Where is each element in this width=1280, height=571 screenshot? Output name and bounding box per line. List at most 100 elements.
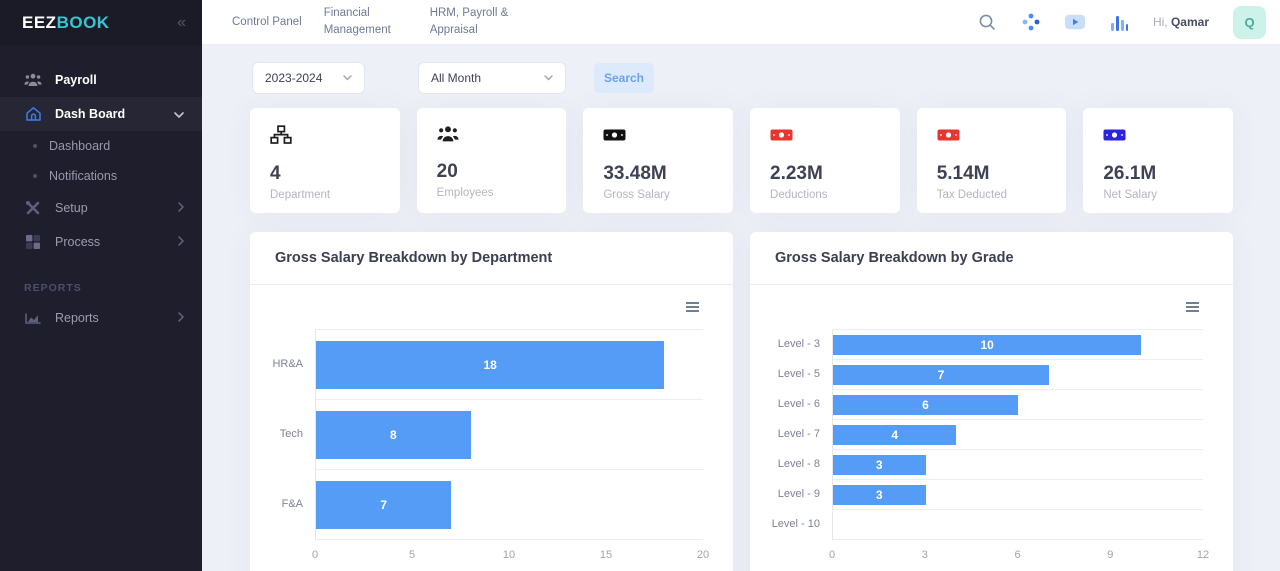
stats-row: 4 Department 20 Employees 33.48M Gross S…: [250, 108, 1233, 213]
bar-level---6[interactable]: 6: [833, 395, 1018, 415]
bar-level---3[interactable]: 10: [833, 335, 1141, 355]
bar-f&a[interactable]: 7: [316, 481, 451, 529]
chart-row: 7: [316, 470, 703, 540]
chart-menu-icon[interactable]: [1182, 298, 1203, 316]
category-label: Level - 7: [765, 419, 832, 449]
logo-primary: EEZ: [22, 13, 57, 32]
sidebar-item-label: Dash Board: [55, 107, 174, 121]
nav-hrm-payroll-appraisal[interactable]: HRM, Payroll & Appraisal: [430, 5, 514, 38]
sidebar-item-payroll[interactable]: Payroll: [0, 63, 202, 97]
sidebar-item-process[interactable]: Process: [0, 225, 202, 259]
x-tick-label: 3: [922, 549, 928, 561]
sidebar-subitem-notifications[interactable]: Notifications: [0, 161, 202, 191]
stat-value: 20: [437, 161, 547, 183]
sidebar-section-reports: REPORTS: [0, 275, 202, 301]
chart-row: 3: [833, 480, 1203, 510]
sidebar-item-dashboard-parent[interactable]: Dash Board: [0, 97, 202, 131]
play-icon[interactable]: [1065, 12, 1085, 32]
top-nav: Control Panel Financial Management HRM, …: [232, 5, 514, 38]
x-tick-label: 12: [1197, 549, 1209, 561]
chart-card-department: Gross Salary Breakdown by Department HR&…: [250, 232, 733, 571]
bar-tech[interactable]: 8: [316, 411, 471, 459]
bar-value-label: 10: [980, 338, 993, 352]
money-bill-icon: [770, 132, 793, 149]
bar-level---5[interactable]: 7: [833, 365, 1049, 385]
users-icon: [24, 71, 42, 89]
nav-financial-management[interactable]: Financial Management: [324, 5, 408, 38]
filter-row: 2023-2024 All Month Search: [252, 62, 1233, 94]
sidebar-collapse-icon[interactable]: «: [177, 14, 186, 32]
bar-value-label: 8: [390, 428, 397, 442]
search-button[interactable]: Search: [594, 63, 654, 93]
sidebar-item-reports[interactable]: Reports: [0, 301, 202, 335]
apps-icon[interactable]: [1021, 12, 1041, 32]
bar-value-label: 3: [876, 488, 883, 502]
topbar-actions: Hi, Qamar Q: [977, 6, 1266, 39]
category-label: Level - 10: [765, 509, 832, 539]
bar-level---7[interactable]: 4: [833, 425, 956, 445]
money-bill-icon: [1103, 132, 1126, 149]
chart-menu-icon[interactable]: [682, 298, 703, 316]
app-screen: EEZBOOK « Payroll Dash Board: [0, 0, 1280, 571]
month-select[interactable]: All Month: [418, 62, 566, 94]
chart-body: Level - 3Level - 5Level - 6Level - 7Leve…: [750, 329, 1233, 566]
charts-row: Gross Salary Breakdown by Department HR&…: [250, 232, 1233, 571]
stat-value: 2.23M: [770, 163, 880, 185]
chart-header: Gross Salary Breakdown by Grade: [750, 232, 1233, 285]
category-label: Level - 3: [765, 329, 832, 359]
home-icon: [24, 105, 42, 123]
stat-label: Deductions: [770, 189, 880, 201]
chart-row: 4: [833, 420, 1203, 450]
sitemap-icon: [270, 132, 292, 149]
chart-icon: [24, 309, 42, 327]
chevron-down-icon: [343, 75, 352, 81]
x-tick-label: 20: [697, 549, 709, 561]
category-label: Level - 9: [765, 479, 832, 509]
stat-label: Department: [270, 189, 380, 201]
bar-chart-icon[interactable]: [1109, 12, 1129, 32]
bar-hr&a[interactable]: 18: [316, 341, 664, 389]
logo-accent: BOOK: [57, 13, 110, 32]
stat-value: 26.1M: [1103, 163, 1213, 185]
chart-category-labels: HR&ATechF&A: [265, 329, 315, 566]
sidebar-item-setup[interactable]: Setup: [0, 191, 202, 225]
stat-label: Tax Deducted: [937, 189, 1047, 201]
sidebar-menu: Payroll Dash Board Dashboard Notificatio…: [0, 45, 202, 335]
chart-row: 18: [316, 330, 703, 400]
chart-plot: 1887: [315, 329, 703, 540]
bar-level---9[interactable]: 3: [833, 485, 926, 505]
search-icon[interactable]: [977, 12, 997, 32]
bar-value-label: 18: [483, 358, 496, 372]
avatar[interactable]: Q: [1233, 6, 1266, 39]
chart-x-axis: 05101520: [315, 540, 703, 566]
bar-value-label: 7: [380, 498, 387, 512]
stat-value: 33.48M: [603, 163, 713, 185]
x-tick-label: 9: [1107, 549, 1113, 561]
stat-card-tax-deducted: 5.14M Tax Deducted: [917, 108, 1067, 213]
category-label: F&A: [265, 469, 315, 539]
nav-control-panel[interactable]: Control Panel: [232, 14, 302, 31]
category-label: Level - 5: [765, 359, 832, 389]
sidebar-item-label: Payroll: [55, 73, 184, 87]
year-select-value: 2023-2024: [265, 71, 322, 85]
money-bill-icon: [937, 132, 960, 149]
bar-level---8[interactable]: 3: [833, 455, 926, 475]
category-label: Tech: [265, 399, 315, 469]
bar-value-label: 4: [891, 428, 898, 442]
category-label: HR&A: [265, 329, 315, 399]
tools-icon: [24, 199, 42, 217]
chevron-down-icon: [174, 105, 184, 123]
chart-row: [833, 510, 1203, 540]
sidebar-subitem-dashboard[interactable]: Dashboard: [0, 131, 202, 161]
chevron-right-icon: [178, 233, 184, 251]
topbar: Control Panel Financial Management HRM, …: [202, 0, 1280, 45]
stat-card-net-salary: 26.1M Net Salary: [1083, 108, 1233, 213]
greeting-prefix: Hi,: [1153, 15, 1168, 29]
chart-row: 3: [833, 450, 1203, 480]
x-tick-label: 6: [1014, 549, 1020, 561]
x-tick-label: 0: [312, 549, 318, 561]
app-logo[interactable]: EEZBOOK: [22, 13, 110, 33]
year-select[interactable]: 2023-2024: [252, 62, 365, 94]
x-tick-label: 10: [503, 549, 515, 561]
grid-icon: [24, 233, 42, 251]
